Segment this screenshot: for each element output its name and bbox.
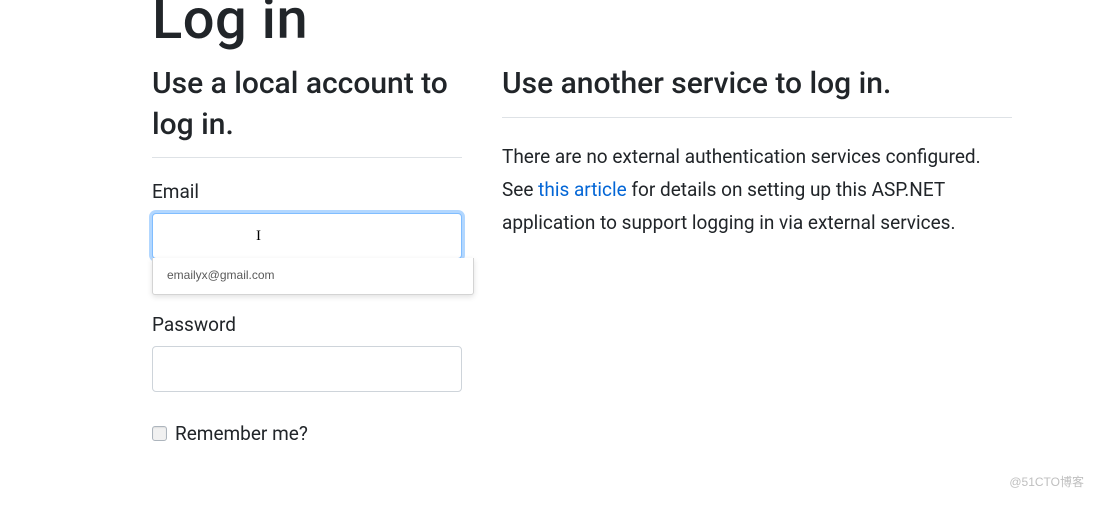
external-login-description: There are no external authentication ser… (502, 140, 1012, 240)
autocomplete-dropdown: emailyx@gmail.com (152, 258, 474, 295)
email-input[interactable] (152, 213, 462, 259)
autocomplete-suggestion[interactable]: emailyx@gmail.com (153, 258, 473, 294)
email-label: Email (152, 180, 462, 203)
external-login-heading: Use another service to log in. (502, 64, 1012, 105)
page-title: Log in (152, 0, 1054, 52)
local-login-heading: Use a local account to log in. (152, 64, 462, 145)
external-login-section: Use another service to log in. There are… (502, 64, 1012, 445)
password-label: Password (152, 313, 462, 336)
section-divider (152, 157, 462, 158)
password-input[interactable] (152, 346, 462, 392)
section-divider (502, 117, 1012, 118)
remember-me-checkbox[interactable] (152, 426, 167, 441)
local-login-section: Use a local account to log in. Email I e… (152, 64, 462, 445)
remember-me-label: Remember me? (175, 422, 308, 445)
external-article-link[interactable]: this article (538, 178, 627, 201)
watermark: @51CTO博客 (1009, 473, 1084, 490)
